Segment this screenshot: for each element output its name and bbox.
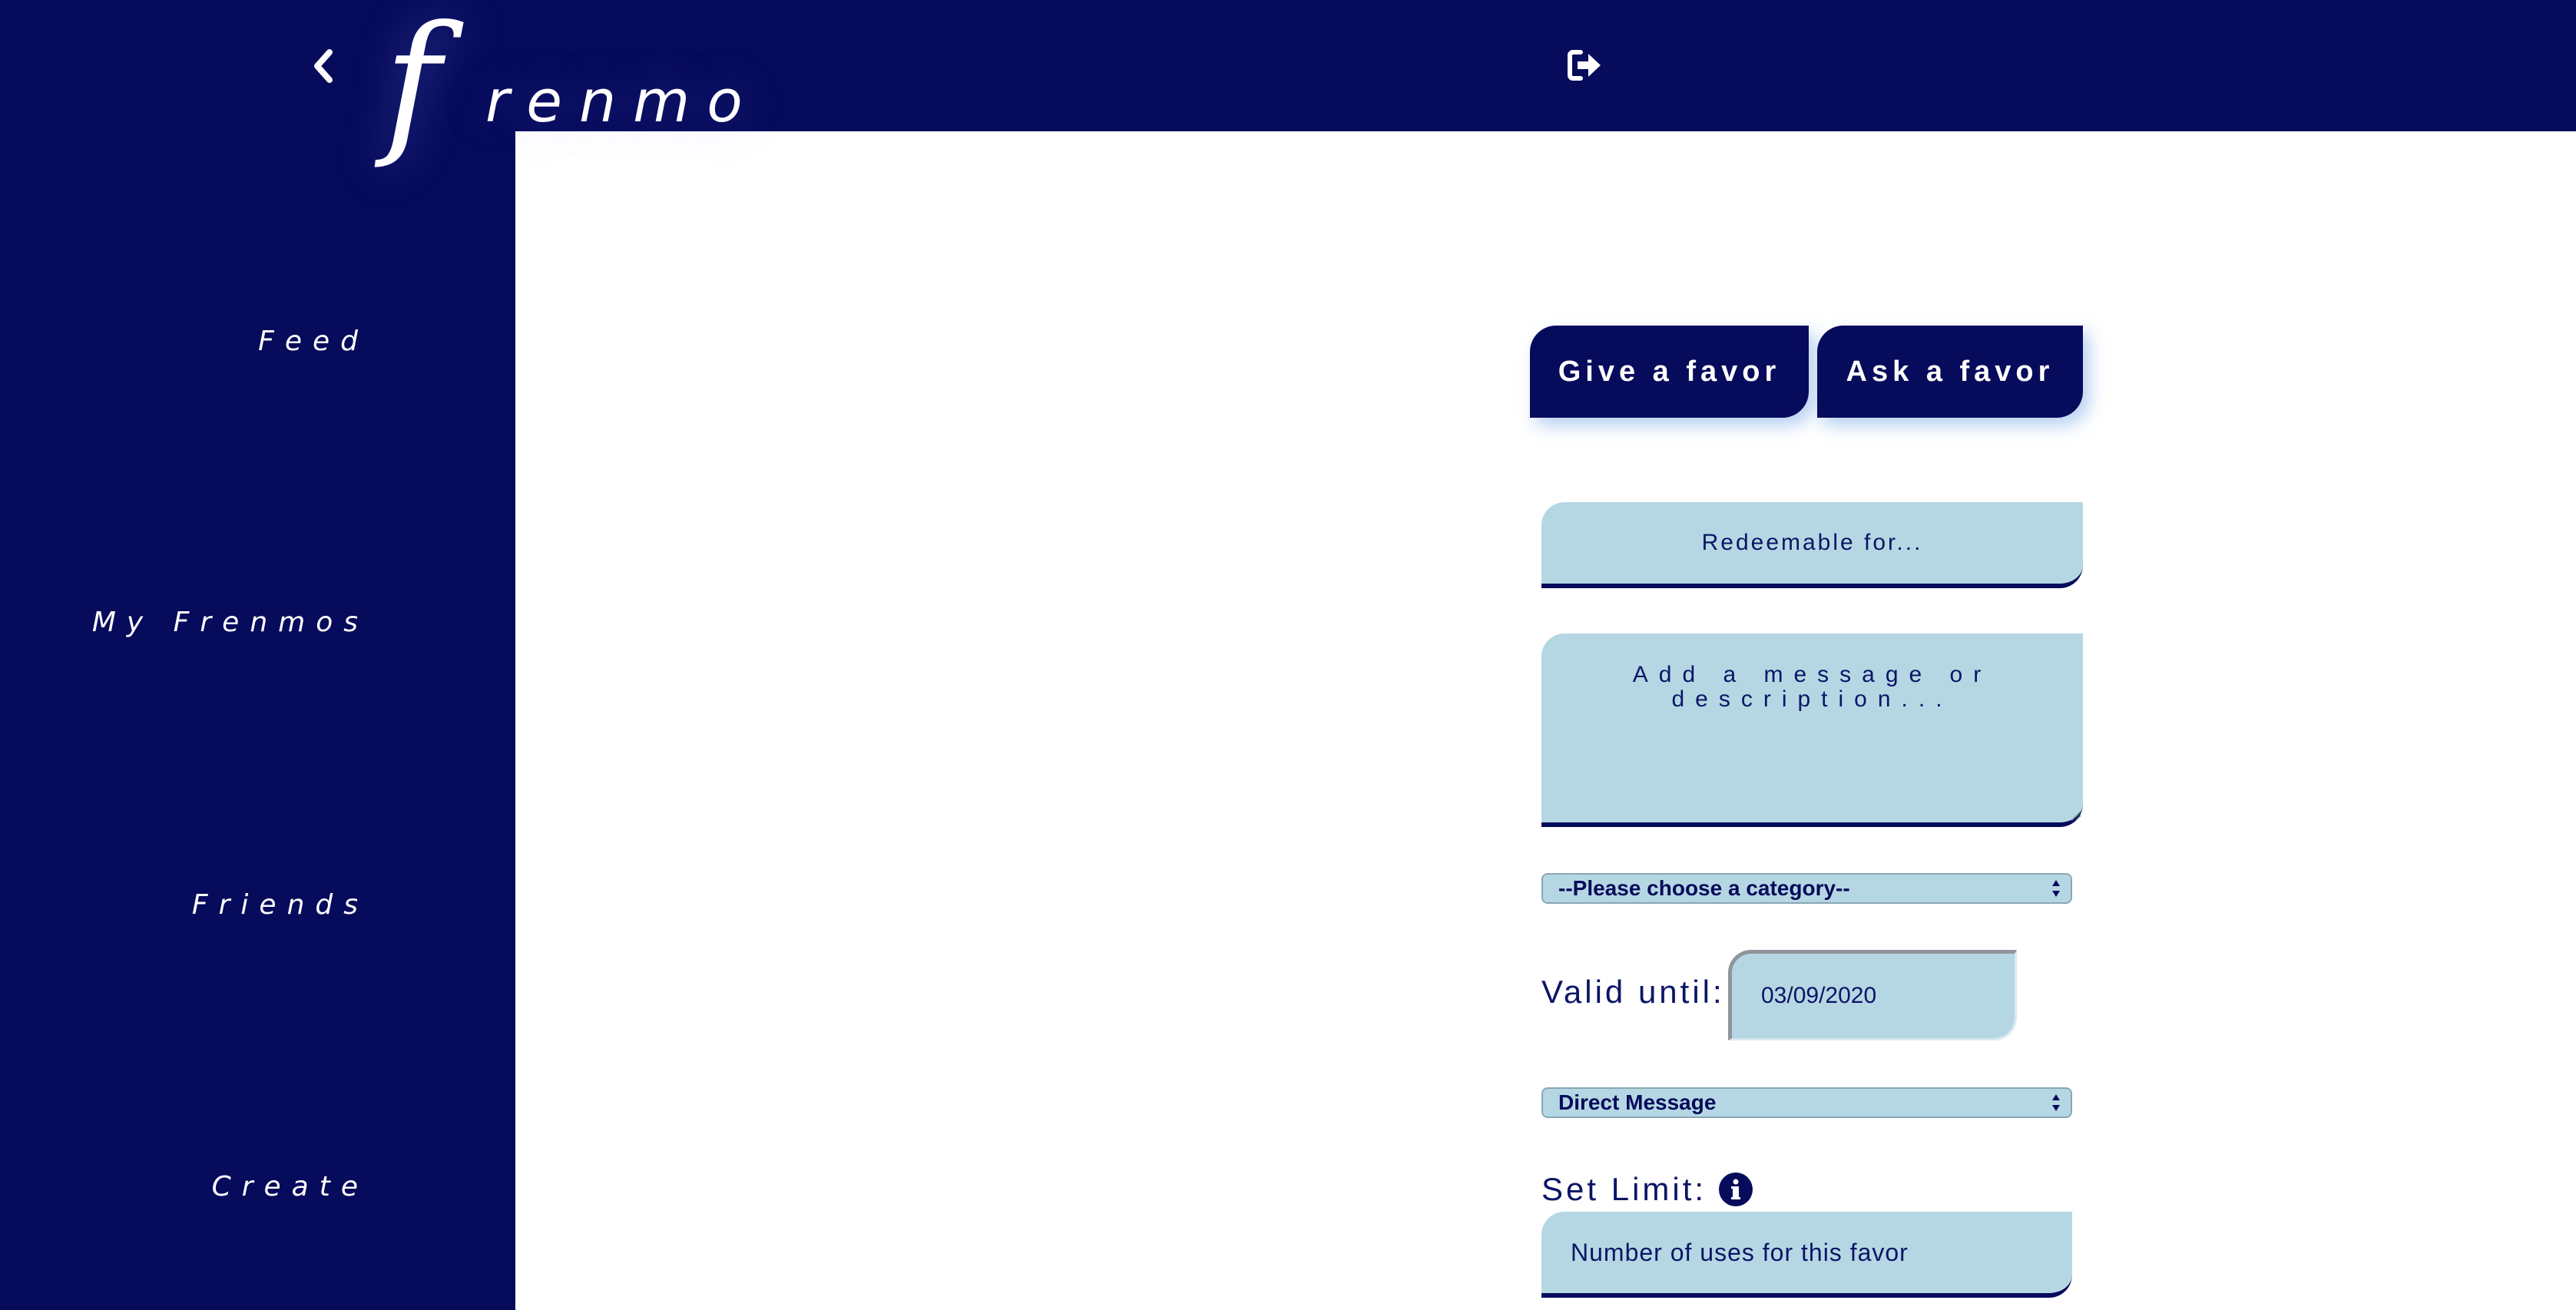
- select-arrows-icon: [2052, 880, 2060, 897]
- limit-placeholder: Number of uses for this favor: [1571, 1238, 1909, 1266]
- resize-grip-icon[interactable]: [2071, 810, 2081, 821]
- redeemable-input[interactable]: Redeemable for...: [1541, 502, 2083, 588]
- valid-until-date-input[interactable]: 03/09/2020: [1728, 950, 2017, 1040]
- redeemable-placeholder: Redeemable for...: [1701, 530, 1923, 555]
- logo-letter-f: f: [384, 0, 442, 172]
- select-arrows-icon: [2052, 1094, 2060, 1111]
- sidebar-item-create[interactable]: Create: [212, 1171, 369, 1202]
- sidebar-item-feed[interactable]: Feed: [258, 326, 369, 357]
- sidebar: [0, 0, 515, 1310]
- limit-input[interactable]: Number of uses for this favor: [1541, 1212, 2072, 1298]
- info-icon: [1719, 1173, 1753, 1206]
- info-button[interactable]: [1718, 1172, 1753, 1207]
- set-limit-label: Set Limit:: [1541, 1171, 1707, 1207]
- chevron-left-icon: [314, 49, 333, 83]
- sidebar-item-friends[interactable]: Friends: [192, 889, 369, 921]
- valid-until-value: 03/09/2020: [1761, 983, 1877, 1008]
- tab-ask-favor[interactable]: Ask a favor: [1817, 326, 2083, 418]
- message-placeholder: Add a message or description...: [1632, 662, 1992, 712]
- back-button[interactable]: [305, 45, 343, 88]
- sidebar-item-my-frenmos[interactable]: My Frenmos: [92, 607, 369, 638]
- category-select[interactable]: --Please choose a category--: [1541, 873, 2072, 904]
- frenmo-logo[interactable]: f renmo: [384, 6, 753, 160]
- logo-wordmark: renmo: [485, 67, 760, 135]
- logout-button[interactable]: [1567, 48, 1602, 83]
- tab-give-favor[interactable]: Give a favor: [1530, 326, 1809, 418]
- message-textarea[interactable]: Add a message or description...: [1541, 633, 2083, 827]
- category-select-value: --Please choose a category--: [1558, 876, 1850, 900]
- valid-until-label: Valid until:: [1541, 974, 1725, 1010]
- audience-select-value: Direct Message: [1558, 1090, 1717, 1114]
- sign-out-icon: [1568, 50, 1601, 81]
- audience-select[interactable]: Direct Message: [1541, 1087, 2072, 1118]
